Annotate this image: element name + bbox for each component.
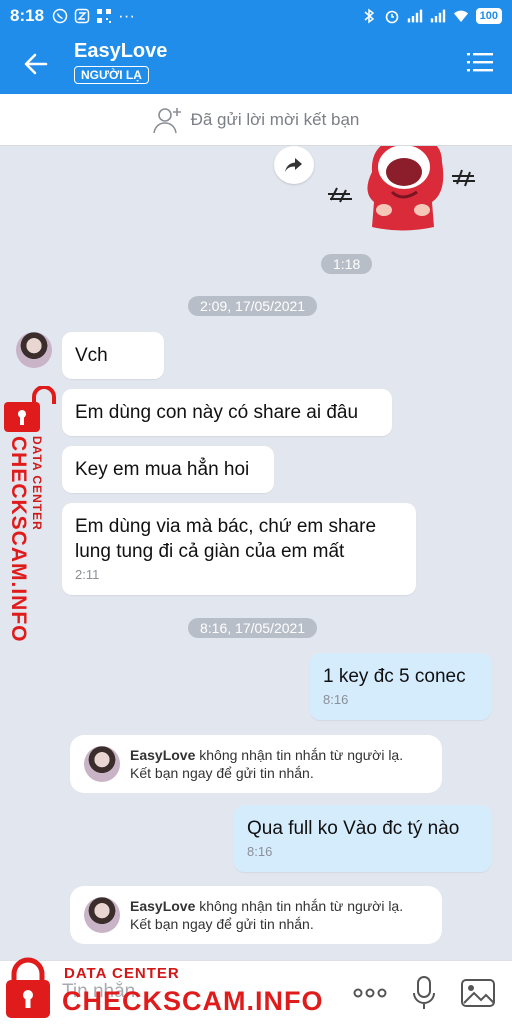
stranger-badge: NGƯỜI LẠ: [74, 66, 149, 84]
wifi-icon: [453, 10, 468, 22]
date-separator: 8:16, 17/05/2021: [188, 618, 318, 638]
status-icons-right: 100: [361, 8, 502, 24]
notice-line2: Kết bạn ngay để gửi tin nhắn.: [130, 916, 314, 932]
watermark-vertical: DATA CENTER CHECKSCAM.INFO: [2, 436, 44, 643]
message-bubble-outgoing[interactable]: 1 key đc 5 conec 8:16: [310, 653, 491, 720]
more-notifications-icon: ···: [118, 6, 136, 25]
message-bubble-incoming[interactable]: Key em mua hẳn hoi: [62, 446, 274, 493]
message-text: Qua full ko Vào đc tý nào: [247, 818, 460, 839]
more-options-icon[interactable]: [352, 979, 388, 1007]
chat-header: EasyLove NGƯỜI LẠ: [0, 32, 512, 94]
notice-line1: không nhận tin nhắn từ người lạ.: [195, 898, 404, 914]
notice-line1: không nhận tin nhắn từ người lạ.: [195, 747, 404, 763]
avatar[interactable]: [84, 897, 120, 933]
signal-icon-1: [407, 9, 422, 23]
watermark-lock-icon: [6, 957, 50, 1018]
friend-request-text: Đã gửi lời mời kết bạn: [190, 109, 360, 129]
chat-area[interactable]: 1:18 2:09, 17/05/2021 Vch Em dùng con nà…: [0, 146, 512, 960]
watermark-data-center: DATA CENTER: [30, 436, 44, 531]
forward-button[interactable]: [274, 146, 314, 184]
notice-text: EasyLove không nhận tin nhắn từ người lạ…: [130, 746, 435, 782]
notice-line2: Kết bạn ngay để gửi tin nhắn.: [130, 765, 314, 781]
friend-request-bar[interactable]: Đã gửi lời mời kết bạn: [0, 94, 512, 146]
back-arrow-icon[interactable]: [20, 48, 52, 80]
avatar[interactable]: [84, 746, 120, 782]
message-text: Vch: [75, 345, 108, 366]
message-bubble-incoming[interactable]: Em dùng con này có share ai đâu: [62, 389, 392, 436]
watermark-lock-icon: [4, 386, 56, 432]
stranger-notice: EasyLove không nhận tin nhắn từ người lạ…: [70, 735, 442, 793]
alarm-icon: [385, 10, 398, 24]
menu-list-icon[interactable]: [466, 48, 494, 76]
message-text: Em dùng con này có share ai đâu: [75, 402, 359, 423]
status-time: 8:18: [10, 6, 45, 25]
bluetooth-icon: [364, 8, 374, 24]
contact-name: EasyLove: [74, 40, 168, 62]
message-bubble-incoming[interactable]: Vch: [62, 332, 164, 379]
message-time: 8:16: [323, 692, 349, 707]
message-bubble-outgoing[interactable]: Qua full ko Vào đc tý nào 8:16: [234, 805, 491, 872]
add-friend-icon: [152, 107, 181, 133]
message-bubble-incoming[interactable]: Em dùng via mà bác, chứ em share lung tu…: [62, 503, 416, 595]
message-time: 2:11: [75, 567, 100, 582]
battery-indicator: 100: [475, 8, 502, 24]
avatar[interactable]: [16, 332, 52, 368]
time-pill: 1:18: [321, 254, 373, 274]
status-icons-left: ···: [52, 6, 135, 26]
notice-text: EasyLove không nhận tin nhắn từ người lạ…: [130, 897, 435, 933]
forward-arrow-icon: [285, 158, 302, 172]
message-text: 1 key đc 5 conec: [323, 666, 466, 687]
signal-icon-2: [430, 9, 445, 23]
viber-icon: [52, 8, 68, 24]
microphone-icon[interactable]: [410, 975, 438, 1011]
stranger-notice: EasyLove không nhận tin nhắn từ người lạ…: [70, 886, 442, 944]
message-text: Em dùng via mà bác, chứ em share lung tu…: [75, 516, 377, 562]
notice-name: EasyLove: [130, 898, 196, 914]
image-picker-icon[interactable]: [460, 977, 496, 1009]
sticker-image[interactable]: [322, 146, 482, 240]
qr-icon: [97, 9, 112, 23]
watermark-checkscam: CHECKSCAM.INFO: [62, 986, 324, 1016]
message-text: Key em mua hẳn hoi: [75, 459, 250, 480]
status-bar: 8:18 ··· 100: [0, 0, 512, 32]
watermark-checkscam: CHECKSCAM.INFO: [7, 436, 30, 643]
notice-name: EasyLove: [130, 747, 196, 763]
message-time: 8:16: [247, 844, 273, 859]
date-separator: 2:09, 17/05/2021: [188, 296, 318, 316]
zalo-icon: [74, 8, 90, 24]
watermark-data-center: DATA CENTER: [64, 965, 180, 982]
